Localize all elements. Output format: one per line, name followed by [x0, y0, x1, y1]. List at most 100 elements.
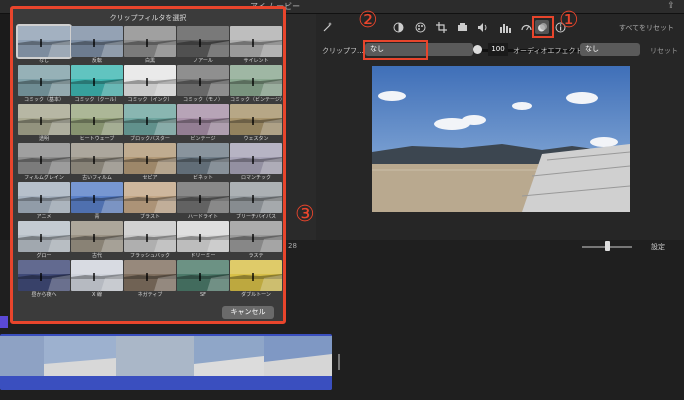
filter-option[interactable]: ドリーミー [177, 221, 229, 260]
share-icon[interactable]: ⇪ [666, 1, 676, 12]
filter-option[interactable]: ラステ [230, 221, 282, 260]
filter-label: 青 [94, 214, 100, 220]
filter-option[interactable]: ブラスト [124, 182, 176, 221]
filter-label: コミック（ビンテージ） [230, 97, 282, 103]
camera-icon[interactable] [455, 20, 469, 34]
filter-label: セピア [142, 175, 158, 181]
filter-label: ブラスト [140, 214, 160, 220]
filter-label: 古いフィルム [82, 175, 112, 181]
filter-option[interactable]: サイレント [230, 26, 282, 65]
filter-option[interactable]: コミック（クール） [71, 65, 123, 104]
filter-thumbnail [16, 24, 72, 59]
filter-thumbnail [124, 104, 176, 135]
audio-effect-label: オーディオエフェクト: [513, 47, 585, 55]
filter-option[interactable]: セピア [124, 143, 176, 182]
filter-thumbnail [71, 26, 123, 57]
audio-clip-edge[interactable] [0, 316, 8, 328]
zoom-slider-knob[interactable] [605, 241, 610, 251]
filter-label: コミック（基本） [23, 97, 64, 103]
filter-option[interactable]: ブロックバスター [124, 104, 176, 143]
speed-gauge-icon[interactable] [519, 20, 533, 34]
filter-option[interactable]: ビネット [177, 143, 229, 182]
filter-label: アニメ [36, 214, 52, 220]
filter-thumbnail [230, 143, 282, 174]
filter-thumbnail [18, 65, 70, 96]
filter-thumbnail [124, 182, 176, 213]
filter-label: コミック（クール） [74, 97, 120, 103]
filter-label: フラッシュバック [129, 253, 170, 259]
filter-option[interactable]: 反転 [71, 26, 123, 65]
filter-option[interactable]: ダブルトーン [230, 260, 282, 299]
filter-option[interactable]: フラッシュバック [124, 221, 176, 260]
magic-wand-icon[interactable] [321, 20, 335, 34]
audio-effect-field[interactable]: なし [580, 43, 640, 56]
filter-thumbnail [230, 182, 282, 213]
filter-thumbnail [124, 26, 176, 57]
filter-thumbnail [18, 104, 70, 135]
filter-option[interactable]: 青 [71, 182, 123, 221]
filter-option[interactable]: 白黒 [124, 26, 176, 65]
reset-button[interactable]: リセット [650, 46, 678, 56]
filter-label: ヒートウェーブ [79, 136, 115, 142]
intensity-slider-knob[interactable] [473, 45, 482, 54]
filter-option[interactable]: ヒートウェーブ [71, 104, 123, 143]
filter-thumbnail [230, 65, 282, 96]
filter-thumbnail [18, 221, 70, 252]
filter-option[interactable]: X 線 [71, 260, 123, 299]
filter-thumbnail [124, 260, 176, 291]
filter-thumbnail [124, 221, 176, 252]
intensity-value[interactable]: 100 [488, 43, 508, 56]
callout-number-1: ① [559, 8, 579, 33]
filter-label: サイレント [243, 58, 269, 64]
filter-option[interactable]: グロー [18, 221, 70, 260]
filter-thumbnail [177, 182, 229, 213]
filter-label: 白黒 [144, 58, 155, 64]
filter-option[interactable]: コミック（モノ） [177, 65, 229, 104]
filter-option[interactable]: ブリーチバイパス [230, 182, 282, 221]
filter-label: ノアール [193, 58, 213, 64]
cancel-button[interactable]: キャンセル [222, 306, 274, 319]
filter-option[interactable]: コミック（インク） [124, 65, 176, 104]
filter-thumbnail [177, 65, 229, 96]
filter-thumbnail [177, 26, 229, 57]
sidebar-edge [0, 14, 10, 240]
clip-handle[interactable] [338, 354, 340, 370]
color-balance-icon[interactable] [391, 20, 405, 34]
filter-label: コミック（モノ） [182, 97, 223, 103]
filter-option[interactable]: フィルムグレイン [18, 143, 70, 182]
filter-option[interactable]: ハードライト [177, 182, 229, 221]
filter-label: ハードライト [187, 214, 218, 220]
filter-option[interactable]: ネガティブ [124, 260, 176, 299]
filter-option[interactable]: ロマンチック [230, 143, 282, 182]
filter-label: ラステ [248, 253, 264, 259]
filter-thumbnail [71, 143, 123, 174]
filter-thumbnail [18, 260, 70, 291]
crop-icon[interactable] [434, 20, 448, 34]
filter-thumbnail [177, 143, 229, 174]
reset-all-button[interactable]: すべてをリセット [619, 23, 674, 33]
filter-option[interactable]: 透明 [18, 104, 70, 143]
settings-button[interactable]: 設定 [651, 242, 665, 252]
equalizer-icon[interactable] [498, 20, 512, 34]
filter-option[interactable]: SF [177, 260, 229, 299]
video-clip[interactable] [0, 334, 332, 390]
filter-option[interactable]: ノアール [177, 26, 229, 65]
filter-option[interactable]: なし [16, 24, 72, 65]
imovie-window: アイ ムービー ⇪ [0, 0, 684, 400]
color-palette-icon[interactable] [413, 20, 427, 34]
filter-option[interactable]: 古いフィルム [71, 143, 123, 182]
filter-option[interactable]: ビンテージ [177, 104, 229, 143]
volume-icon[interactable] [476, 20, 490, 34]
filter-thumbnail [71, 260, 123, 291]
filter-label: ブリーチバイパス [236, 214, 276, 220]
filter-option[interactable]: コミック（ビンテージ） [230, 65, 282, 104]
filter-option[interactable]: 古代 [71, 221, 123, 260]
filter-option[interactable]: 昼から夜へ [18, 260, 70, 299]
filter-thumbnail [230, 221, 282, 252]
filter-thumbnail [177, 104, 229, 135]
filter-option[interactable]: ウェスタン [230, 104, 282, 143]
filter-option[interactable]: アニメ [18, 182, 70, 221]
filter-label: ドリーミー [190, 253, 216, 259]
filter-option[interactable]: コミック（基本） [18, 65, 70, 104]
filter-thumbnail [177, 260, 229, 291]
